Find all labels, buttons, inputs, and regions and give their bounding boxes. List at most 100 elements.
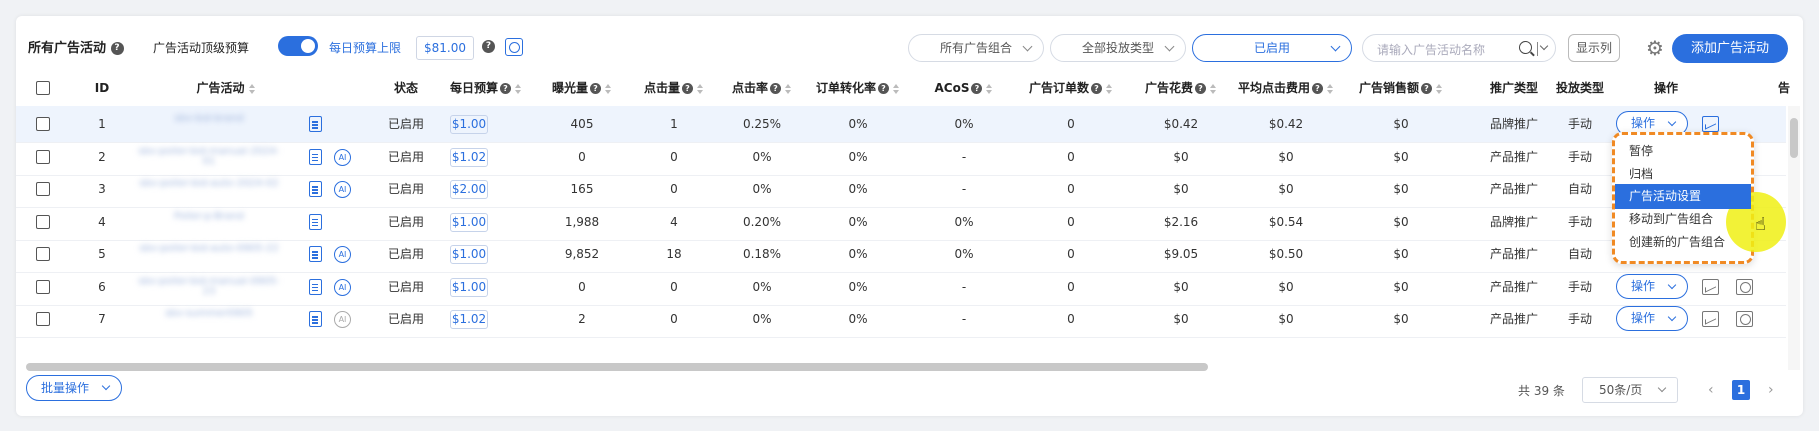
col-cpc[interactable]: 平均点击费用? [1228,70,1344,106]
doc-icon[interactable] [309,311,322,327]
doc-icon[interactable] [309,148,322,165]
row-checkbox[interactable] [36,214,50,229]
batch-actions-button[interactable]: 批量操作 [26,375,122,401]
row-checkbox[interactable] [36,279,50,294]
campaign-name-link[interactable]: sbv-poller-bid-manual-0905-23 [134,277,284,297]
clock-icon[interactable] [1736,311,1753,327]
table-row[interactable]: 7 sbv-summer0905 AI 已启用 $1.02 2 0 0% 0% - 0 $0 $0 $0 产… [16,301,1786,338]
doc-icon[interactable] [309,213,322,230]
table-row[interactable]: 6 sbv-poller-bid-manual-0905-23 AI 已启用 $1.00… [16,269,1786,306]
help-icon[interactable]: ? [1091,83,1102,94]
menu-item-pause[interactable]: 暂停 [1615,139,1751,164]
help-icon[interactable]: ? [590,83,601,94]
row-action-button[interactable]: 操作 [1616,273,1688,299]
row-daily-budget[interactable]: $1.02 [450,147,488,167]
page-size-select[interactable]: 50条/页 [1582,377,1678,403]
vertical-scrollbar-thumb[interactable] [1790,118,1798,158]
help-icon[interactable]: ? [770,83,781,94]
status-select[interactable]: 已启用 [1192,34,1352,62]
daily-cap-value[interactable]: $81.00 [416,36,474,60]
sort-icon[interactable] [1436,83,1443,94]
campaign-name-link[interactable]: Poller-p-Brand [134,212,284,232]
campaign-name-link[interactable]: sbv-poller-bid-auto-0905-22 [134,244,284,264]
row-daily-budget[interactable]: $1.00 [450,245,488,264]
col-spend[interactable]: 广告花费? [1136,70,1226,106]
campaign-name-link[interactable]: sbv-bid-brand [134,114,284,134]
help-icon[interactable]: ? [682,83,693,94]
horizontal-scrollbar-thumb[interactable] [26,363,1208,371]
horizontal-scrollbar[interactable] [26,363,1788,371]
sort-icon[interactable] [893,83,900,94]
table-row[interactable]: 2 sbv-poller-bid-manual-2024-01 AI 已启用 $1.02… [16,139,1786,176]
help-icon[interactable]: ? [500,83,511,94]
clock-icon[interactable] [1736,278,1753,295]
row-daily-budget[interactable]: $2.00 [450,180,488,199]
col-impressions[interactable]: 曝光量? [544,70,620,106]
help-icon[interactable]: ? [878,83,889,94]
select-all-checkbox[interactable] [36,81,50,95]
sort-icon[interactable] [1106,83,1113,94]
prev-page-icon[interactable]: ‹ [1708,382,1714,398]
row-daily-budget[interactable]: $1.00 [450,115,488,134]
col-daily-budget[interactable]: 每日预算? [446,70,526,106]
row-checkbox[interactable] [36,312,50,326]
sort-icon[interactable] [605,83,612,94]
clock-icon[interactable] [505,38,523,56]
sort-icon[interactable] [986,83,993,94]
table-row[interactable]: 3 sbv-poller-bid-auto-2024-02 AI 已启用 $2.00 16… [16,171,1786,208]
col-campaign[interactable]: 广告活动 [166,70,286,106]
sort-icon[interactable] [515,83,522,94]
search-icon[interactable] [1519,41,1532,54]
sort-icon[interactable] [785,83,792,94]
sort-icon[interactable] [248,83,256,94]
help-icon[interactable]: ? [482,40,495,53]
chart-icon[interactable] [1702,116,1719,132]
ai-icon[interactable]: AI [334,278,351,296]
table-row[interactable]: 1 sbv-bid-brand 已启用 $1.00 405 1 0.25% 0% 0% 0 $0.4… [16,106,1786,143]
show-columns-button[interactable]: 显示列 [1568,34,1620,62]
doc-icon[interactable] [309,278,322,295]
campaign-name-link[interactable]: sbv-summer0905 [134,309,284,329]
sort-icon[interactable] [1327,83,1334,94]
table-row[interactable]: 4 Poller-p-Brand 已启用 $1.00 1,988 4 0.20% 0% 0% 0 $… [16,204,1786,241]
help-icon[interactable]: ? [110,42,124,55]
row-checkbox[interactable] [36,182,50,196]
sort-icon[interactable] [697,83,704,94]
ai-icon[interactable]: AI [334,311,351,328]
col-sales[interactable]: 广告销售额? [1346,70,1456,106]
chart-icon[interactable] [1702,278,1719,295]
top-budget-toggle[interactable] [278,36,318,56]
doc-icon[interactable] [309,246,322,262]
targeting-type-select[interactable]: 全部投放类型 [1050,34,1186,62]
menu-item-campaign-settings[interactable]: 广告活动设置 [1615,184,1751,209]
next-page-icon[interactable]: › [1768,382,1774,398]
chevron-down-icon[interactable] [1539,41,1549,51]
row-daily-budget[interactable]: $1.02 [450,310,488,329]
help-icon[interactable]: ? [1312,83,1323,94]
doc-icon[interactable] [309,181,322,197]
row-daily-budget[interactable]: $1.00 [450,277,488,297]
add-campaign-button[interactable]: 添加广告活动 [1672,34,1788,63]
ai-icon[interactable]: AI [334,148,351,166]
table-row[interactable]: 5 sbv-poller-bid-auto-0905-22 AI 已启用 $1.00 9,… [16,236,1786,273]
portfolio-select[interactable]: 所有广告组合 [908,34,1044,62]
col-acos[interactable]: ACoS? [926,70,1002,106]
doc-icon[interactable] [309,116,322,132]
row-action-button[interactable]: 操作 [1616,306,1688,331]
search-input[interactable]: 请输入广告活动名称 [1362,34,1556,62]
ai-icon[interactable]: AI [334,246,351,263]
col-clicks[interactable]: 点击量? [636,70,712,106]
col-orders[interactable]: 广告订单数? [1016,70,1126,106]
campaign-name-link[interactable]: sbv-poller-bid-auto-2024-02 [134,179,284,199]
col-cvr[interactable]: 订单转化率? [808,70,908,106]
vertical-scrollbar[interactable] [1788,106,1800,370]
col-ctr[interactable]: 点击率? [724,70,800,106]
help-icon[interactable]: ? [1195,83,1206,94]
chart-icon[interactable] [1702,311,1719,327]
current-page[interactable]: 1 [1732,380,1750,400]
row-checkbox[interactable] [36,117,50,131]
gear-icon[interactable]: ⚙ [1644,37,1666,59]
ai-icon[interactable]: AI [334,181,351,198]
help-icon[interactable]: ? [971,83,983,94]
sort-icon[interactable] [1210,83,1217,94]
